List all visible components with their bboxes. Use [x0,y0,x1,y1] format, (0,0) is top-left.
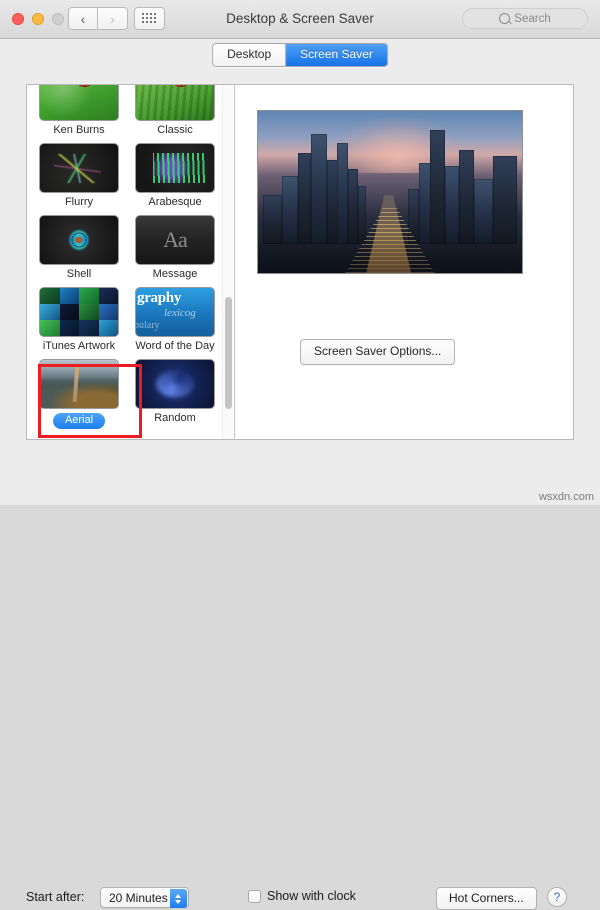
screen-saver-thumbnail[interactable] [39,287,119,337]
screen-saver-thumbnail[interactable] [39,143,119,193]
start-after-value: 20 Minutes [109,890,168,905]
list-item[interactable]: Random [127,359,223,429]
building [337,143,348,244]
list-item[interactable]: Shell [31,215,127,281]
wotd-line-1: graphy [137,290,182,306]
screen-saver-grid: Ken Burns Classic Flurry Arabesque Shell… [27,85,223,435]
help-button[interactable]: ? [547,887,567,907]
search-icon [499,13,511,24]
ladybug-icon [77,85,93,87]
stepper-arrows-icon[interactable] [169,889,187,908]
list-item[interactable]: Arabesque [127,143,223,209]
wotd-line-2: lexicog [164,307,196,319]
tab-bar: Desktop Screen Saver [0,39,600,68]
list-item-label: Shell [66,268,92,280]
ladybug-icon [173,85,189,87]
tab-group: Desktop Screen Saver [212,43,388,67]
wotd-line-3: bulary [135,320,160,331]
list-scrollbar[interactable] [222,85,233,439]
building [429,130,446,244]
show-with-clock-row[interactable]: Show with clock [248,889,356,903]
screen-saver-thumbnail[interactable]: Aa [135,215,215,265]
screen-saver-thumbnail[interactable] [39,215,119,265]
start-after-dropdown[interactable]: 20 Minutes [100,887,189,908]
search-input[interactable]: Search [462,8,588,29]
list-item-aerial[interactable]: Aerial [31,359,127,429]
start-after-label: Start after: [26,890,85,904]
screen-saver-preview-image [257,110,523,274]
list-item-label: Aerial [52,413,106,429]
list-item[interactable]: iTunes Artwork [31,287,127,353]
list-item[interactable]: graphy lexicog bulary Word of the Day [127,287,223,353]
screen-saver-list[interactable]: Ken Burns Classic Flurry Arabesque Shell… [27,85,235,439]
list-item-label: Flurry [64,196,94,208]
list-item-label: Message [152,268,198,280]
title-bar: ‹ › Desktop & Screen Saver Search [0,0,600,39]
building [310,133,327,244]
screen-saver-thumbnail[interactable] [39,85,119,121]
screen-saver-options-button[interactable]: Screen Saver Options... [300,339,456,365]
list-item-label: Classic [157,124,193,136]
content-frame: Ken Burns Classic Flurry Arabesque Shell… [26,84,574,440]
screen-saver-thumbnail[interactable]: graphy lexicog bulary [135,287,215,337]
tab-desktop[interactable]: Desktop [213,44,287,66]
watermark: wsxdn.com [538,491,594,503]
list-item-label: Word of the Day [135,340,215,352]
list-item[interactable]: Flurry [31,143,127,209]
bottom-controls: Start after: 20 Minutes Show with clock … [0,440,600,910]
search-placeholder: Search [514,12,551,25]
tab-screen-saver[interactable]: Screen Saver [286,44,387,66]
message-thumbnail-text: Aa [163,227,188,252]
ground-haze [258,230,522,273]
building [458,149,475,244]
list-item[interactable]: Classic [127,85,223,137]
screen-saver-thumbnail[interactable] [135,85,215,121]
list-item-label: Random [154,412,196,424]
hot-corners-button[interactable]: Hot Corners... [436,887,537,910]
list-item-label: Arabesque [148,196,202,208]
screen-saver-thumbnail[interactable] [135,359,215,409]
list-item[interactable]: Ken Burns [31,85,127,137]
show-with-clock-label: Show with clock [267,889,356,903]
screen-saver-thumbnail[interactable] [39,359,119,409]
list-item-label: iTunes Artwork [42,340,116,352]
list-item[interactable]: Aa Message [127,215,223,281]
preview-pane: Screen Saver Options... [235,85,573,439]
scrollbar-thumb[interactable] [225,297,232,409]
screen-saver-thumbnail[interactable] [135,143,215,193]
show-with-clock-checkbox[interactable] [248,889,261,903]
list-item-label: Ken Burns [53,124,105,136]
system-preferences-window: ‹ › Desktop & Screen Saver Search Deskto… [0,0,600,910]
